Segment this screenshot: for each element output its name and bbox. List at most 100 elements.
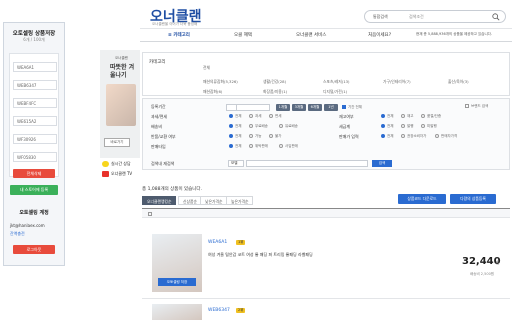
product-code[interactable]: WEA6A1: [208, 240, 227, 245]
product-image[interactable]: [152, 304, 202, 320]
filter-label-shipping: 배송비: [151, 124, 163, 129]
date-to-input[interactable]: [236, 104, 270, 111]
select-all-checkbox[interactable]: [148, 211, 154, 217]
nav-benefits[interactable]: 오클 혜택: [234, 32, 252, 38]
owner-tv-link[interactable]: 오너클랜 TV: [102, 170, 140, 178]
price-option-seller[interactable]: 판매자가격: [435, 134, 457, 139]
nav-category[interactable]: ≡ 카테고리: [168, 32, 190, 38]
checkbox-icon: [148, 211, 152, 216]
saved-item[interactable]: WE615A2: [13, 116, 57, 126]
option-label: 가능: [255, 134, 262, 138]
promo-banner[interactable]: 오너클랜 따뜻한 겨울나기 바로가기: [100, 50, 140, 158]
saletype-option-all[interactable]: 전체: [229, 144, 241, 149]
register-store-button[interactable]: 내 스토어에 등록: [10, 185, 58, 195]
category-item[interactable]: 가구/인테리어(7): [383, 79, 411, 85]
balance-link[interactable]: 잔액충전: [10, 231, 25, 237]
main-nav: ≡ 카테고리 오클 혜택 오너클랜 서비스 처음이세요? 현재 총 5,888,…: [140, 28, 512, 42]
ship-option-all[interactable]: 전체: [229, 124, 241, 129]
ship-option-paid[interactable]: 유료배송: [279, 124, 298, 129]
radio-icon: [269, 114, 273, 118]
tax-option-exempt[interactable]: 면세: [269, 114, 281, 119]
rank-badge: 2위: [236, 308, 246, 313]
sort-tab-high[interactable]: 높은가격순: [226, 196, 254, 205]
radio-icon: [381, 134, 385, 138]
invoice-option-issued[interactable]: 발행: [401, 124, 413, 129]
category-item[interactable]: 스포츠/레저(13): [323, 79, 350, 85]
autoselling-save-button[interactable]: 오토셀링 저장: [158, 278, 196, 286]
filter-label-sale-type: 판매타입: [151, 144, 166, 149]
search-input[interactable]: 검색조건: [409, 14, 424, 20]
radio-icon: [381, 124, 385, 128]
keyword-field-select[interactable]: 모델: [228, 160, 244, 167]
download-codes-button[interactable]: 상품코드 다운로드: [398, 194, 446, 204]
price-unit: 원: [496, 260, 500, 265]
invoice-option-not[interactable]: 미발행: [421, 124, 437, 129]
radio-icon: [401, 124, 405, 128]
radio-icon: [249, 144, 253, 148]
tax-option-taxed[interactable]: 과세: [249, 114, 261, 119]
return-option-all[interactable]: 전체: [229, 134, 241, 139]
search-bar[interactable]: 통합검색 검색조건: [364, 10, 506, 23]
radio-icon: [381, 114, 385, 118]
return-option-no[interactable]: 불가: [269, 134, 281, 139]
keyword-input[interactable]: [246, 160, 368, 167]
category-item[interactable]: 생활/건강(28): [263, 79, 286, 85]
option-label: 품절/단종: [427, 114, 442, 118]
period-1m-button[interactable]: 1개월: [276, 104, 290, 111]
sort-tab-new[interactable]: 신상품순: [178, 196, 202, 205]
category-item[interactable]: 출산/육아(3): [448, 79, 469, 85]
delete-all-button[interactable]: 전체삭제: [13, 169, 55, 178]
sort-tab-ranking[interactable]: 오너클랜랭킹순: [142, 196, 177, 205]
price-option-all[interactable]: 전체: [381, 134, 393, 139]
saletype-option-consign[interactable]: 위탁판매: [249, 144, 268, 149]
product-name[interactable]: 여성 겨울 털안감 코트 여성 롱 패딩 퍼 트리밍 롱패딩 라벨패딩: [208, 252, 313, 258]
product-code[interactable]: WEB6347: [208, 308, 230, 313]
tax-option-all[interactable]: 전체: [229, 114, 241, 119]
promo-go-button[interactable]: 바로가기: [104, 138, 130, 147]
category-item[interactable]: 디지털/가전(1): [323, 89, 347, 95]
brand-search-check[interactable]: 브랜드 검색: [465, 104, 488, 109]
logout-button[interactable]: 로그아웃: [13, 245, 55, 254]
saved-item[interactable]: WF05830: [13, 152, 57, 162]
category-all[interactable]: 전체: [203, 65, 210, 71]
search-scope-select[interactable]: 통합검색: [373, 14, 388, 20]
price-option-msrp[interactable]: 권장소비자가: [401, 134, 426, 139]
stock-option-in[interactable]: 재고: [401, 114, 413, 119]
invoice-option-all[interactable]: 전체: [381, 124, 393, 129]
option-label: 전체: [235, 114, 242, 118]
account-email: jkt@hanlaex.com: [10, 223, 45, 228]
saved-item[interactable]: WEB6347: [13, 80, 57, 90]
stock-option-all[interactable]: 전체: [381, 114, 393, 119]
product-image[interactable]: 오토셀링 저장: [152, 234, 202, 292]
rank-badge: 1위: [236, 240, 246, 245]
period-all-check[interactable]: 기간 전체: [342, 105, 362, 110]
saletype-option-buy[interactable]: 사입판매: [279, 144, 298, 149]
radio-icon: [249, 134, 253, 138]
list-header: [142, 208, 510, 218]
return-option-yes[interactable]: 가능: [249, 134, 261, 139]
period-6m-button[interactable]: 6개월: [308, 104, 322, 111]
promo-brand: 오너클랜: [115, 56, 128, 60]
category-item[interactable]: 패션잡화(6): [203, 89, 222, 95]
saved-item[interactable]: WEA6A1: [13, 62, 57, 72]
sort-tab-low[interactable]: 낮은가격순: [200, 196, 228, 205]
saved-item[interactable]: WEBF4FC: [13, 98, 57, 108]
option-label: 전체: [235, 124, 242, 128]
keyword-search-button[interactable]: 검색: [372, 160, 392, 167]
filter-label-invoice: 세금계: [339, 124, 351, 129]
nav-first-visit[interactable]: 처음이세요?: [368, 32, 391, 38]
kakao-chat-link[interactable]: 실시간 상담: [102, 160, 140, 168]
category-item[interactable]: 화장품/미용(1): [263, 89, 287, 95]
saved-item[interactable]: WF30926: [13, 134, 57, 144]
nav-services[interactable]: 오너클랜 서비스: [296, 32, 326, 38]
radio-icon: [421, 124, 425, 128]
bulk-register-button[interactable]: 다량의 상품등록: [450, 194, 496, 204]
option-label: 유료배송: [285, 124, 298, 128]
period-3m-button[interactable]: 3개월: [292, 104, 306, 111]
search-icon[interactable]: [492, 13, 500, 21]
category-item[interactable]: 패션의류잡화(5,326): [203, 79, 238, 85]
radio-icon: [279, 144, 283, 148]
period-1y-button[interactable]: 1년: [324, 104, 338, 111]
stock-option-out[interactable]: 품절/단종: [421, 114, 441, 119]
ship-option-free[interactable]: 무료배송: [249, 124, 268, 129]
